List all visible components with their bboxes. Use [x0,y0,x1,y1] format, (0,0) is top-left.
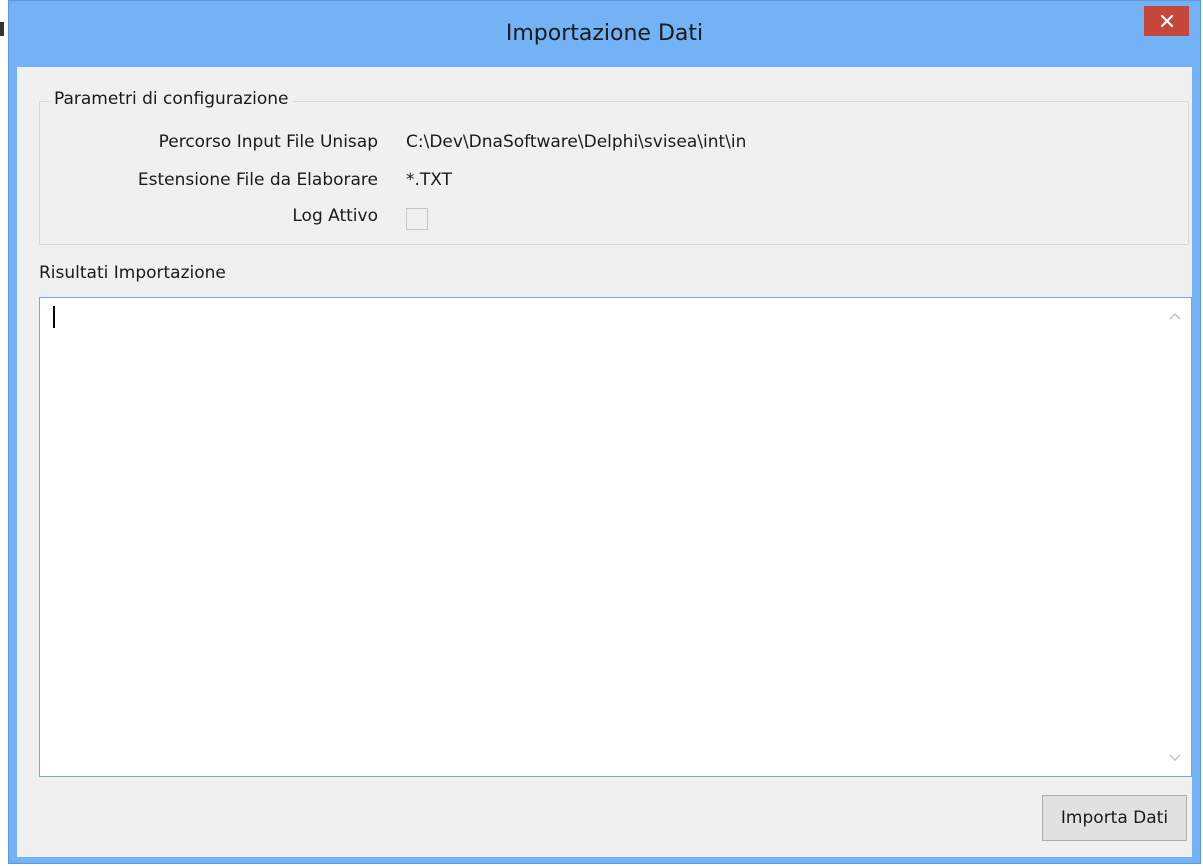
config-groupbox: Parametri di configurazione Percorso Inp… [39,89,1189,245]
text-caret [53,306,55,328]
title-bar[interactable]: Importazione Dati [9,1,1200,61]
results-label: Risultati Importazione [39,263,226,283]
window-title: Importazione Dati [505,21,704,46]
background-window-edge [0,22,4,36]
input-path-value: C:\Dev\DnaSoftware\Delphi\svisea\int\in [406,132,747,152]
import-data-button[interactable]: Importa Dati [1042,795,1187,841]
file-extension-label: Estensione File da Elaborare [137,170,378,190]
log-active-checkbox[interactable] [406,208,428,230]
config-group-legend: Parametri di configurazione [50,89,293,109]
close-button[interactable] [1144,6,1189,36]
scroll-down-icon[interactable] [1167,750,1183,766]
input-path-label: Percorso Input File Unisap [158,132,378,152]
log-active-label: Log Attivo [292,206,378,226]
dialog-window: Importazione Dati Parametri di configura… [8,0,1201,864]
results-textarea[interactable] [39,297,1192,777]
file-extension-value: *.TXT [406,170,453,190]
close-icon [1160,14,1173,28]
vertical-scrollbar[interactable] [1159,298,1191,776]
dialog-client-area: Parametri di configurazione Percorso Inp… [17,67,1192,857]
scroll-up-icon[interactable] [1167,308,1183,324]
